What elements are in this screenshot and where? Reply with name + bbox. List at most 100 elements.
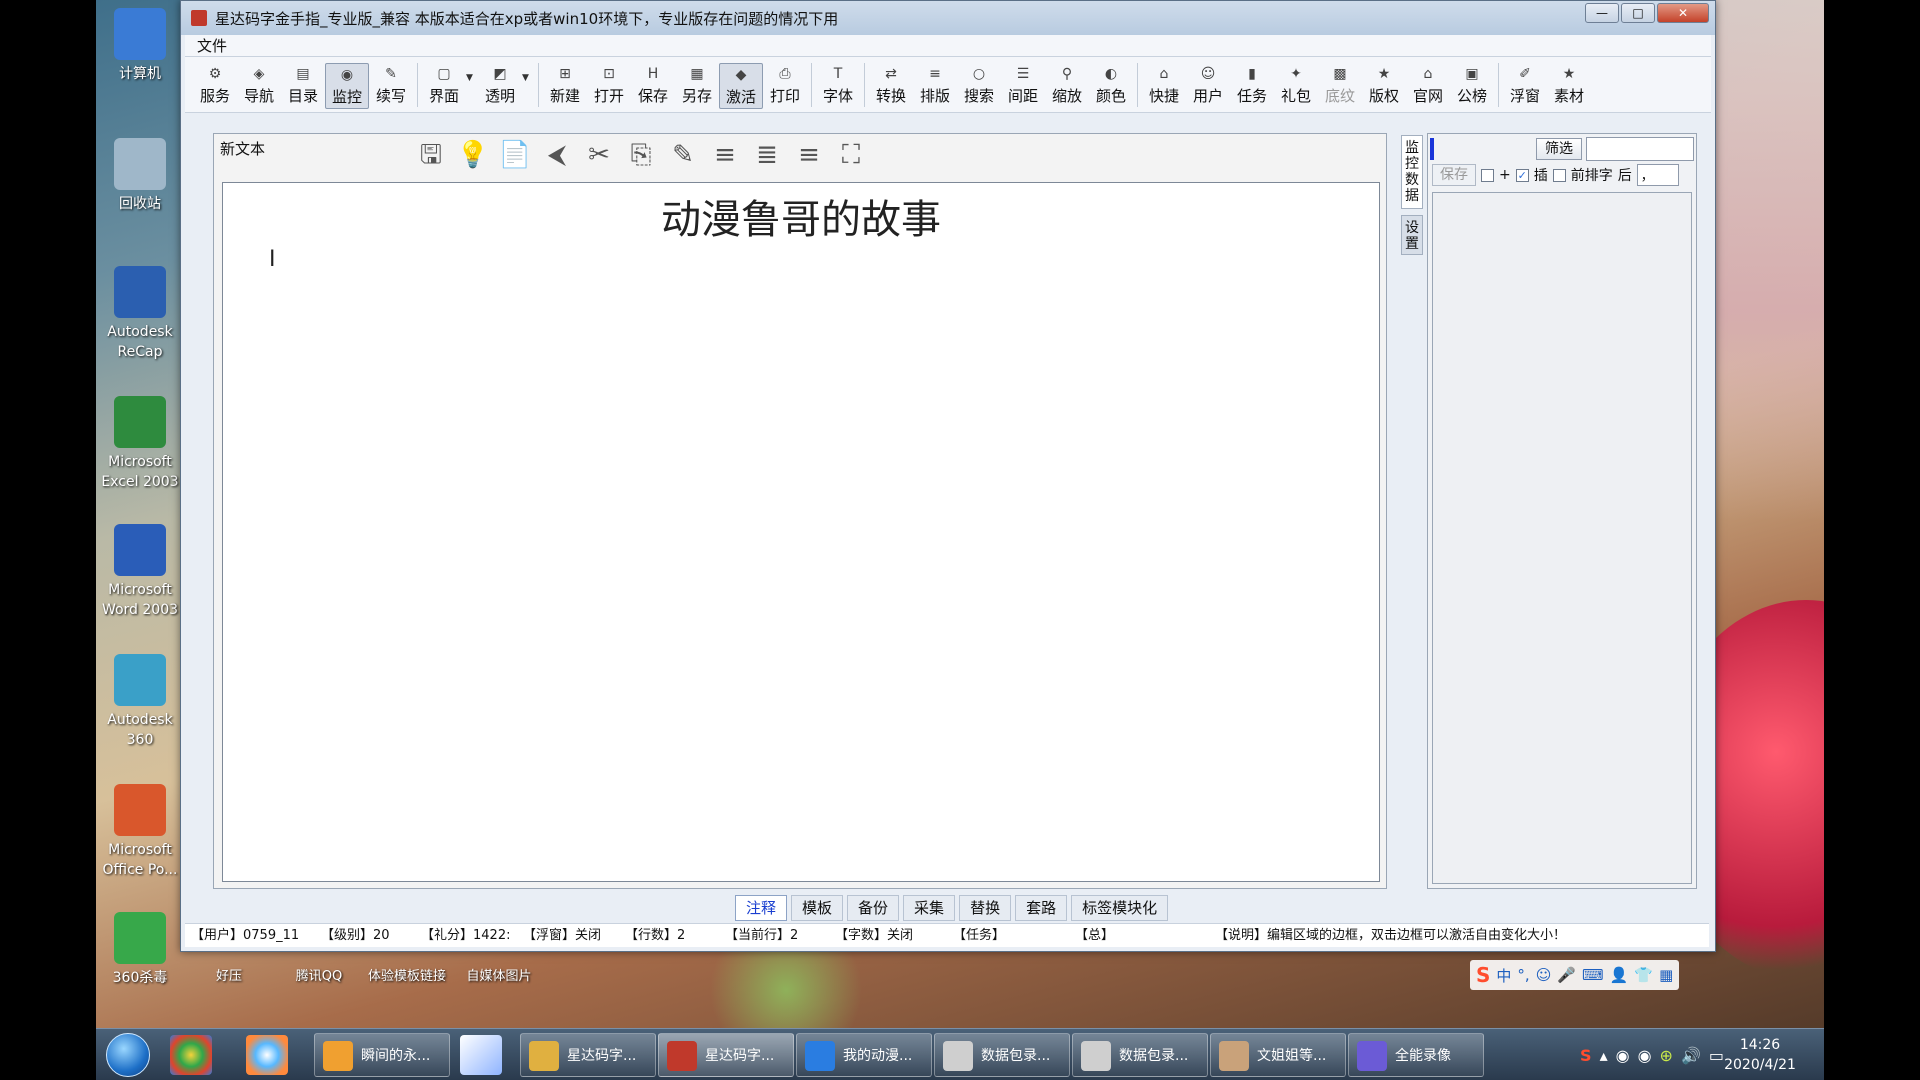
toolbar-button[interactable]: ◆ 激活 xyxy=(719,63,763,109)
ime-icon[interactable]: 🎤 xyxy=(1557,966,1576,984)
desktop-icon[interactable]: Microsoft Excel 2003 xyxy=(96,396,184,492)
ime-toolbar[interactable]: S 中 °, ☺ 🎤 ⌨ 👤 👕 ▦ xyxy=(1470,960,1680,990)
bottom-tab[interactable]: 注释 xyxy=(735,895,788,921)
editor-text-area[interactable]: 动漫鲁哥的故事 I xyxy=(222,182,1380,882)
align-center-icon[interactable]: ≣ xyxy=(750,138,784,172)
toolbar-button[interactable]: ★ 版权 xyxy=(1362,63,1406,109)
ime-icon[interactable]: °, xyxy=(1517,966,1529,984)
desktop-icon-label[interactable]: 自媒体图片 xyxy=(456,968,542,986)
tab-monitor-data[interactable]: 监控数据 xyxy=(1401,135,1423,209)
prefix-checkbox[interactable] xyxy=(1552,168,1566,182)
close-button[interactable]: ✕ xyxy=(1657,3,1709,23)
desktop-icon[interactable]: 计算机 xyxy=(96,8,184,84)
toolbar-button[interactable]: ▮ 任务 xyxy=(1230,63,1274,109)
tray-expand-icon[interactable]: ▴ xyxy=(1600,1046,1608,1065)
toolbar-button[interactable]: ⌂ 官网 xyxy=(1406,63,1450,109)
monitor-list[interactable] xyxy=(1432,192,1692,884)
taskbar-task[interactable]: 全能录像 xyxy=(1348,1033,1484,1077)
toolbar-button[interactable]: ≡ 排版 xyxy=(913,63,957,109)
desktop-icon[interactable]: 360杀毒 xyxy=(96,912,184,988)
save-icon[interactable]: 🖫 xyxy=(414,138,448,172)
paste-icon[interactable]: ✎ xyxy=(666,138,700,172)
clock[interactable]: 14:26 2020/4/21 xyxy=(1720,1035,1800,1075)
start-button[interactable] xyxy=(106,1033,150,1077)
toolbar-button[interactable]: ▦ 另存 xyxy=(675,63,719,109)
desktop-icon-label[interactable]: 体验模板链接 xyxy=(364,968,450,986)
ime-icon[interactable]: ▦ xyxy=(1659,966,1673,984)
toolbar-button[interactable]: ⇄ 转换 xyxy=(869,63,913,109)
pinned-app-1[interactable] xyxy=(170,1035,212,1075)
taskbar-task[interactable]: 瞬间的永... xyxy=(314,1033,450,1077)
desktop-icon[interactable]: Autodesk ReCap xyxy=(96,266,184,362)
toolbar-button[interactable]: ▣ 公榜 xyxy=(1450,63,1494,109)
ime-icon[interactable]: S xyxy=(1476,963,1490,987)
desktop-icon[interactable]: Autodesk 360 xyxy=(96,654,184,750)
sogou-icon[interactable]: S xyxy=(1580,1046,1592,1065)
qq-icon[interactable]: ◉ xyxy=(1616,1046,1630,1065)
ime-icon[interactable]: 👤 xyxy=(1610,966,1629,984)
toolbar-button[interactable]: ☰ 间距 xyxy=(1001,63,1045,109)
toolbar-button[interactable]: ☺ 用户 xyxy=(1186,63,1230,109)
ime-icon[interactable]: 👕 xyxy=(1634,966,1653,984)
toolbar-button[interactable]: ⊞ 新建 xyxy=(543,63,587,109)
taskbar-task[interactable]: 星达码字... xyxy=(520,1033,656,1077)
taskbar-task[interactable]: 我的动漫... xyxy=(796,1033,932,1077)
plus-checkbox[interactable] xyxy=(1481,168,1494,182)
maximize-button[interactable]: □ xyxy=(1621,3,1655,23)
bottom-tab[interactable]: 模板 xyxy=(791,895,844,921)
bottom-tab[interactable]: 标签模块化 xyxy=(1071,895,1169,921)
align-right-icon[interactable]: ≡ xyxy=(792,138,826,172)
toolbar-button[interactable]: ⌂ 快捷 xyxy=(1142,63,1186,109)
tab-settings[interactable]: 设置 xyxy=(1401,215,1423,255)
bulb-icon[interactable]: 💡 xyxy=(456,138,490,172)
page-icon[interactable]: 📄 xyxy=(498,138,532,172)
copy-icon[interactable]: ⎘ xyxy=(624,138,658,172)
bottom-tab[interactable]: 套路 xyxy=(1015,895,1068,921)
toolbar-button[interactable]: ⚲ 缩放 xyxy=(1045,63,1089,109)
qq-icon-2[interactable]: ◉ xyxy=(1638,1046,1652,1065)
toolbar-button[interactable]: ⚙ 服务 xyxy=(193,63,237,109)
pinned-app-3[interactable] xyxy=(460,1035,502,1075)
ime-icon[interactable]: ⌨ xyxy=(1582,966,1604,984)
desktop-icon[interactable]: Microsoft Office Po... xyxy=(96,784,184,880)
toolbar-button[interactable]: ▤ 目录 xyxy=(281,63,325,109)
taskbar-task[interactable]: 数据包录... xyxy=(1072,1033,1208,1077)
minimize-button[interactable]: — xyxy=(1585,3,1619,23)
ime-icon[interactable]: ☺ xyxy=(1536,966,1552,984)
desktop-icon-label[interactable]: 好压 xyxy=(186,968,272,986)
desktop-icon[interactable]: 回收站 xyxy=(96,138,184,214)
fullscreen-icon[interactable]: ⛶ xyxy=(834,138,868,172)
filter-button[interactable]: 筛选 xyxy=(1536,138,1582,160)
taskbar-task[interactable]: 星达码字... xyxy=(658,1033,794,1077)
toolbar-button[interactable]: ✎ 续写 xyxy=(369,63,413,109)
system-tray[interactable]: S ▴ ◉ ◉ ⊕ 🔊 ▭ xyxy=(1580,1035,1724,1075)
volume-icon[interactable]: 🔊 xyxy=(1681,1046,1701,1065)
toolbar-button[interactable]: ⊡ 打开 xyxy=(587,63,631,109)
document-title[interactable]: 动漫鲁哥的故事 xyxy=(223,187,1379,245)
toolbar-button[interactable]: ★ 素材 xyxy=(1547,63,1591,109)
toolbar-button[interactable]: ⎙ 打印 xyxy=(763,63,807,109)
toolbar-button[interactable]: ▩ 底纹 xyxy=(1318,63,1362,109)
align-left-icon[interactable]: ≡ xyxy=(708,138,742,172)
bottom-tab[interactable]: 备份 xyxy=(847,895,900,921)
toolbar-button[interactable]: H 保存 xyxy=(631,63,675,109)
pinned-app-2[interactable] xyxy=(246,1035,288,1075)
insert-checkbox[interactable]: ✓ xyxy=(1515,168,1529,182)
toolbar-button[interactable]: ✦ 礼包 xyxy=(1274,63,1318,109)
taskbar-task[interactable]: 数据包录... xyxy=(934,1033,1070,1077)
filter-input[interactable] xyxy=(1586,137,1694,161)
menu-file[interactable]: 文件 xyxy=(197,37,227,55)
dropdown-arrow-icon[interactable]: ▼ xyxy=(522,63,534,93)
toolbar-button[interactable]: ✐ 浮窗 xyxy=(1503,63,1547,109)
cut-icon[interactable]: ✂ xyxy=(582,138,616,172)
save-button-disabled[interactable]: 保存 xyxy=(1432,164,1476,186)
toolbar-button[interactable]: ◐ 颜色 xyxy=(1089,63,1133,109)
ime-icon[interactable]: 中 xyxy=(1496,965,1511,986)
desktop-icon[interactable]: Microsoft Word 2003 xyxy=(96,524,184,620)
plus-icon[interactable]: ⊕ xyxy=(1660,1046,1673,1065)
toolbar-button[interactable]: ◈ 导航 xyxy=(237,63,281,109)
taskbar-task[interactable]: 文姐姐等... xyxy=(1210,1033,1346,1077)
toolbar-button[interactable]: ○ 搜索 xyxy=(957,63,1001,109)
back-icon[interactable]: ⮜ xyxy=(540,138,574,172)
toolbar-button[interactable]: ◉ 监控 xyxy=(325,63,369,109)
